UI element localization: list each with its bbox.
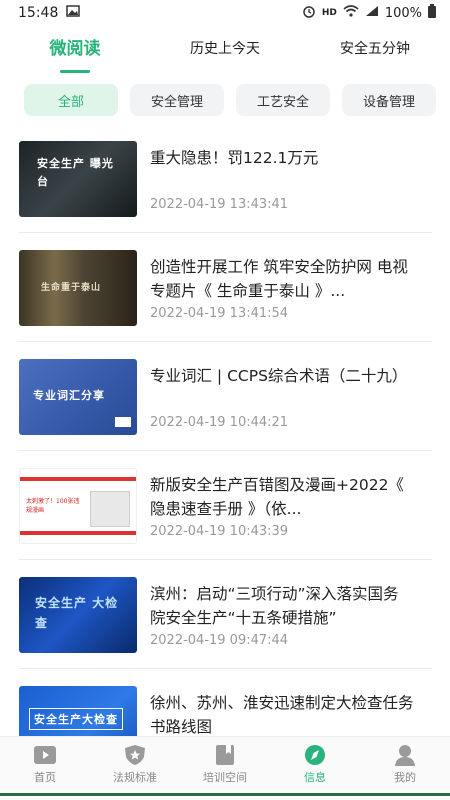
article-title: 滨州：启动“三项行动”深入落实国务院安全生产“十五条硬措施”	[150, 585, 399, 627]
article-date: 2022-04-19 10:44:21	[150, 415, 289, 430]
nav-label: 信息	[304, 771, 326, 784]
status-bar: 15:48 HD 100%	[0, 0, 450, 26]
chip-all[interactable]: 全部	[24, 84, 118, 116]
thumbnail-caption: 安全生产 大检查	[35, 596, 119, 630]
tab-micro-reading[interactable]: 微阅读	[0, 29, 150, 73]
tab-safety-five-minutes[interactable]: 安全五分钟	[300, 29, 450, 69]
nav-label: 首页	[34, 771, 56, 784]
status-time: 15:48	[18, 5, 59, 21]
thumbnail-caption: 安全生产大检查	[29, 708, 123, 730]
thumbnail-caption: 生命重于泰山	[41, 283, 102, 293]
article-date: 2022-04-19 13:43:41	[150, 197, 289, 212]
nav-mine[interactable]: 我的	[360, 737, 450, 788]
list-item[interactable]: 安全生产 大检查 滨州：启动“三项行动”深入落实国务院安全生产“十五条硬措施” …	[18, 560, 432, 669]
list-item[interactable]: 太刺激了！100张违规漫画 新版安全生产百错图及漫画+2022《 隐患速查手册 …	[18, 451, 432, 560]
battery-percent: 100%	[384, 5, 422, 21]
article-list: 安全生产 曝光台 重大隐患！罚122.1万元 2022-04-19 13:43:…	[0, 124, 450, 736]
alarm-icon	[302, 4, 316, 22]
thumbnail-logo	[115, 417, 131, 427]
article-title: 专业词汇 | CCPS综合术语（二十九）	[150, 367, 408, 385]
chip-equipment-management[interactable]: 设备管理	[342, 84, 436, 116]
status-right: HD 100%	[302, 4, 436, 22]
article-thumbnail: 安全生产大检查	[19, 686, 137, 736]
nav-home[interactable]: 首页	[0, 737, 90, 788]
chip-process-safety[interactable]: 工艺安全	[236, 84, 330, 116]
chip-safety-management[interactable]: 安全管理	[130, 84, 224, 116]
article-title: 新版安全生产百错图及漫画+2022《 隐患速查手册 》（依...	[150, 476, 404, 518]
thumbnail-caption: 专业词汇分享	[33, 389, 105, 402]
bottom-nav: 首页 法规标准 培训空间 信息 我的	[0, 736, 450, 788]
nav-label: 培训空间	[203, 771, 247, 784]
signal-icon	[365, 5, 379, 21]
network-type: HD	[321, 8, 337, 18]
nav-label: 法规标准	[113, 771, 157, 784]
thumbnail-red-band	[20, 531, 136, 535]
home-icon	[34, 746, 56, 764]
article-title: 创造性开展工作 筑牢安全防护网 电视专题片《 生命重于泰山 》...	[150, 258, 408, 300]
gesture-handle[interactable]	[0, 793, 450, 796]
thumbnail-poster	[90, 491, 130, 527]
article-date: 2022-04-19 13:41:54	[150, 306, 289, 321]
bookmark-book-icon	[216, 745, 234, 765]
list-item[interactable]: 安全生产大检查 徐州、苏州、淮安迅速制定大检查任务书路线图	[18, 669, 432, 736]
category-chips: 全部 安全管理 工艺安全 设备管理	[24, 84, 450, 116]
nav-regulations[interactable]: 法规标准	[90, 737, 180, 788]
nav-training[interactable]: 培训空间	[180, 737, 270, 788]
article-thumbnail: 安全生产 大检查	[19, 577, 137, 653]
tab-history-today[interactable]: 历史上今天	[150, 29, 300, 69]
nav-label: 我的	[394, 771, 416, 784]
thumbnail-caption: 安全生产 曝光台	[37, 157, 114, 188]
article-thumbnail: 安全生产 曝光台	[19, 141, 137, 217]
image-notification-icon	[66, 5, 81, 21]
status-left: 15:48	[18, 5, 81, 21]
thumbnail-red-band	[20, 477, 136, 481]
shield-star-icon	[125, 745, 145, 765]
article-title: 徐州、苏州、淮安迅速制定大检查任务书路线图	[150, 694, 414, 736]
article-date: 2022-04-19 10:43:39	[150, 524, 289, 539]
wifi-icon	[343, 5, 359, 21]
compass-icon	[305, 745, 325, 765]
list-item[interactable]: 生命重于泰山 创造性开展工作 筑牢安全防护网 电视专题片《 生命重于泰山 》..…	[18, 233, 432, 342]
person-icon	[395, 745, 415, 766]
list-item[interactable]: 专业词汇分享 专业词汇 | CCPS综合术语（二十九） 2022-04-19 1…	[18, 342, 432, 451]
battery-icon	[428, 4, 436, 22]
list-item[interactable]: 安全生产 曝光台 重大隐患！罚122.1万元 2022-04-19 13:43:…	[18, 124, 432, 233]
gesture-bar	[0, 788, 450, 800]
article-thumbnail: 生命重于泰山	[19, 250, 137, 326]
thumbnail-caption: 太刺激了！100张违规漫画	[26, 498, 80, 514]
article-title: 重大隐患！罚122.1万元	[150, 149, 319, 167]
article-date: 2022-04-19 09:47:44	[150, 633, 289, 648]
article-thumbnail: 太刺激了！100张违规漫画	[19, 468, 137, 544]
article-thumbnail: 专业词汇分享	[19, 359, 137, 435]
top-tabs: 微阅读 历史上今天 安全五分钟	[0, 26, 450, 73]
nav-info[interactable]: 信息	[270, 737, 360, 788]
